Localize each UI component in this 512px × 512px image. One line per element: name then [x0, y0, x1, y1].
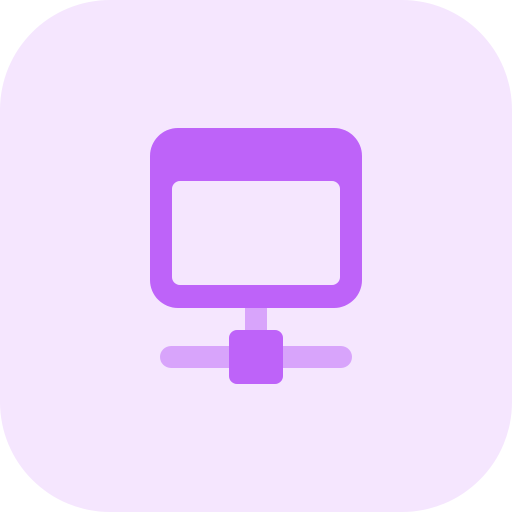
monitor-screen — [172, 181, 340, 285]
app-icon-tile — [0, 0, 512, 512]
network-server-icon — [0, 0, 512, 512]
network-node — [229, 330, 283, 384]
